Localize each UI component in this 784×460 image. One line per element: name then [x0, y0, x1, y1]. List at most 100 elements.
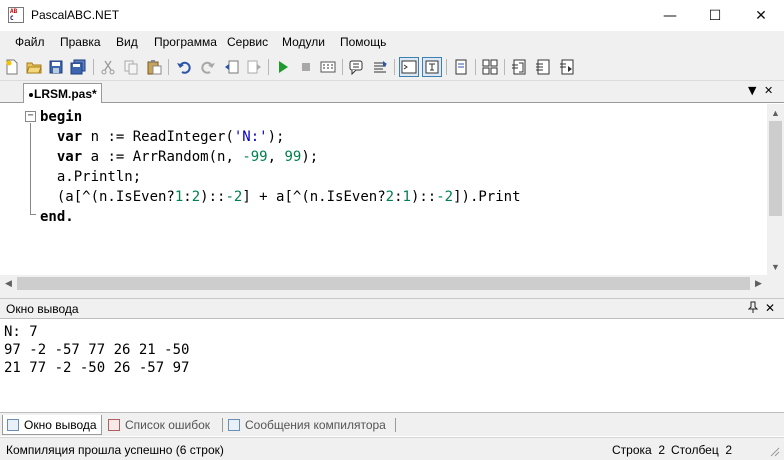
- menu-view[interactable]: Вид: [116, 35, 138, 49]
- close-button[interactable]: ✕: [738, 0, 784, 31]
- toolbar-separator: [268, 59, 269, 75]
- scroll-thumb[interactable]: [769, 121, 782, 216]
- new-file-icon: [6, 59, 18, 75]
- code-token: end.: [40, 209, 74, 225]
- console-output-button[interactable]: [399, 57, 419, 77]
- debug-step-into-button[interactable]: [509, 57, 529, 77]
- code-token: ,: [267, 149, 285, 165]
- tab-lrsm-pas[interactable]: LRSM.pas*: [23, 83, 102, 103]
- status-line-number: Строка 2: [612, 443, 666, 457]
- scroll-down-arrow-icon[interactable]: ▼: [767, 258, 784, 275]
- code-text[interactable]: begin var n := ReadInteger('N:'); var a …: [40, 107, 521, 227]
- scroll-right-arrow-icon[interactable]: ▶: [750, 275, 767, 292]
- compile-button[interactable]: [318, 57, 338, 77]
- undo-icon: [177, 61, 191, 74]
- editor-vertical-scrollbar[interactable]: ▲ ▼: [767, 104, 784, 275]
- cut-button[interactable]: [98, 57, 118, 77]
- text-window-icon: [425, 60, 439, 74]
- fold-collapse-icon[interactable]: −: [25, 111, 36, 122]
- menu-program[interactable]: Программа: [154, 35, 217, 49]
- step-over-icon: [536, 59, 550, 75]
- code-editor[interactable]: − begin var n := ReadInteger('N:'); var …: [0, 104, 784, 292]
- code-token: (a[^(n.IsEven?: [40, 189, 175, 205]
- tab-close-button[interactable]: ✕: [764, 84, 773, 97]
- code-line[interactable]: a.Println;: [40, 167, 521, 187]
- copy-button[interactable]: [121, 57, 141, 77]
- debug-step-over-button[interactable]: [533, 57, 553, 77]
- code-token: :: [183, 189, 192, 205]
- toolbar-separator: [394, 59, 395, 75]
- comment-icon: [349, 60, 363, 75]
- output-close-button[interactable]: ✕: [765, 301, 775, 315]
- scroll-left-arrow-icon[interactable]: ◀: [0, 275, 17, 292]
- debug-step-out-button[interactable]: [557, 57, 577, 77]
- panel-icon: [455, 59, 467, 75]
- console-icon: [401, 60, 417, 74]
- redo-button[interactable]: [198, 57, 218, 77]
- tab-error-list[interactable]: Список ошибок: [104, 415, 222, 435]
- toolbar-separator: [446, 59, 447, 75]
- code-line[interactable]: end.: [40, 207, 521, 227]
- tab-output-window[interactable]: Окно вывода: [2, 415, 102, 435]
- window-title: PascalABC.NET: [31, 8, 120, 22]
- run-button[interactable]: [273, 57, 293, 77]
- code-token: )::: [410, 189, 437, 205]
- code-token: 'N:': [233, 129, 268, 145]
- code-line[interactable]: var a := ArrRandom(n, -99, 99);: [40, 147, 521, 167]
- code-token: )::: [200, 189, 226, 205]
- code-token: ] + a[^(n.IsEven?: [242, 189, 386, 205]
- menu-help[interactable]: Помощь: [340, 35, 386, 49]
- text-output-button[interactable]: [422, 57, 442, 77]
- code-token: var: [56, 149, 83, 165]
- output-window[interactable]: N: 7 97 -2 -57 77 26 21 -50 21 77 -2 -50 2…: [0, 318, 784, 412]
- scroll-thumb[interactable]: [17, 277, 750, 290]
- code-token: );: [301, 149, 319, 165]
- code-token: -2: [436, 189, 454, 205]
- code-line[interactable]: var n := ReadInteger('N:');: [40, 127, 521, 147]
- fold-guide-end: [30, 214, 36, 215]
- tab-list-dropdown[interactable]: ▼: [748, 84, 756, 97]
- tab-label: LRSM.pas*: [34, 87, 97, 101]
- menu-service[interactable]: Сервис: [227, 35, 268, 49]
- comment-block-button[interactable]: [347, 57, 367, 77]
- code-token: n := ReadInteger(: [82, 129, 234, 145]
- modified-dot-icon: [29, 92, 33, 97]
- code-token: 2: [385, 189, 395, 205]
- menu-modules[interactable]: Модули: [282, 35, 325, 49]
- editor-horizontal-scrollbar[interactable]: ◀ ▶: [0, 275, 767, 292]
- menu-edit[interactable]: Правка: [60, 35, 101, 49]
- code-token: 99: [284, 149, 302, 165]
- compiler-messages-icon: [228, 419, 240, 431]
- resize-grip-icon[interactable]: [770, 447, 780, 457]
- code-token: a.Println;: [40, 169, 142, 185]
- maximize-button[interactable]: ☐: [692, 0, 738, 31]
- menu-file[interactable]: Файл: [15, 35, 45, 49]
- previous-step-button[interactable]: [222, 57, 242, 77]
- minimize-button[interactable]: —: [647, 0, 693, 31]
- format-icon: [482, 59, 498, 75]
- toggle-panel-button[interactable]: [451, 57, 471, 77]
- copy-icon: [124, 60, 138, 75]
- code-line[interactable]: begin: [40, 107, 521, 127]
- bottom-panel-tabs: Окно вывода Список ошибок Сообщения комп…: [0, 412, 784, 436]
- uncomment-block-button[interactable]: [370, 57, 390, 77]
- new-file-button[interactable]: [2, 57, 22, 77]
- toolbar-separator: [93, 59, 94, 75]
- minimize-icon: —: [663, 7, 677, 24]
- save-all-button[interactable]: [68, 57, 88, 77]
- toolbar-separator: [504, 59, 505, 75]
- pin-icon[interactable]: [747, 301, 759, 316]
- code-line[interactable]: (a[^(n.IsEven?1:2)::-2] + a[^(n.IsEven?2…: [40, 187, 521, 207]
- open-file-button[interactable]: [24, 57, 44, 77]
- format-code-button[interactable]: [480, 57, 500, 77]
- code-token: :: [394, 189, 403, 205]
- scroll-up-arrow-icon[interactable]: ▲: [767, 104, 784, 121]
- stop-button[interactable]: [296, 57, 316, 77]
- save-file-button[interactable]: [46, 57, 66, 77]
- undo-button[interactable]: [174, 57, 194, 77]
- tab-compiler-messages[interactable]: Сообщения компилятора: [224, 415, 394, 435]
- error-list-icon: [108, 419, 120, 431]
- next-step-button[interactable]: [244, 57, 264, 77]
- paste-button[interactable]: [144, 57, 164, 77]
